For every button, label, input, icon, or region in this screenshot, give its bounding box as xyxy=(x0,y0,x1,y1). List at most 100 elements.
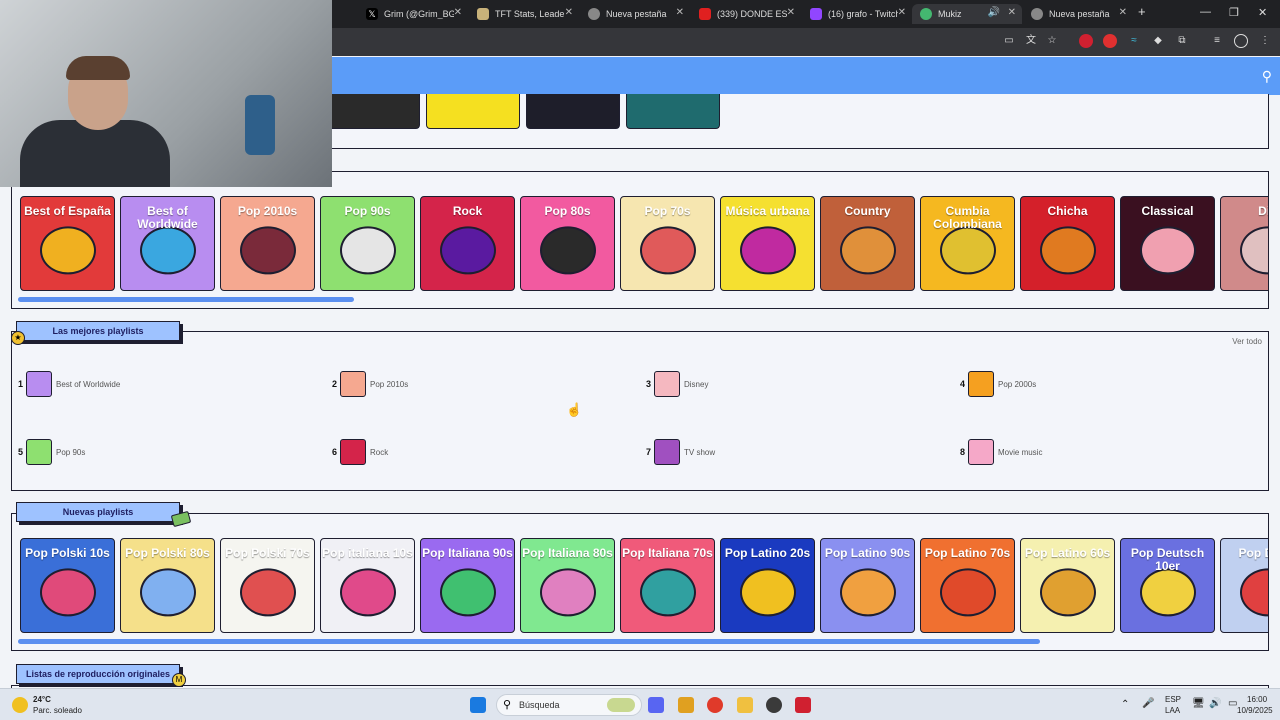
weather-desc[interactable]: Parc. soleado xyxy=(33,706,82,715)
new-playlist-card[interactable]: Pop italiana 10s xyxy=(320,538,415,633)
windows-start-icon[interactable] xyxy=(470,697,486,713)
tab-mukiz[interactable]: Mukiz 🔊 ✕ xyxy=(912,4,1022,24)
tab-youtube[interactable]: (339) DONDE EST ✕ xyxy=(691,4,801,24)
extension-adblock-icon[interactable] xyxy=(1103,34,1117,48)
language-code[interactable]: ESP xyxy=(1165,695,1181,704)
search-icon[interactable]: ⚲ xyxy=(1262,68,1272,85)
microphone-icon[interactable]: 🎤 xyxy=(1142,698,1154,709)
genre-card-title: Best of Worldwide xyxy=(137,204,198,231)
discord-icon[interactable] xyxy=(648,697,664,713)
close-tab-icon[interactable]: ✕ xyxy=(676,7,684,18)
rank-number: 8 xyxy=(960,447,966,457)
taskbar-search[interactable]: ⚲ Búsqueda xyxy=(496,694,642,716)
extension-diamond-icon[interactable]: ◆ xyxy=(1151,34,1165,48)
obs-icon[interactable] xyxy=(766,697,782,713)
chrome-taskbar-icon[interactable] xyxy=(707,697,723,713)
tab-grim[interactable]: 𝕏 Grim (@Grim_BG) ✕ xyxy=(358,4,468,24)
originals-title: Listas de reproducción originales xyxy=(16,664,180,684)
ranked-playlist-item[interactable]: 4 Pop 2000s xyxy=(960,371,1036,397)
best-playlists-title: Las mejores playlists xyxy=(16,321,180,341)
extensions-puzzle-icon[interactable]: ⧉ xyxy=(1175,34,1189,48)
weather-temp[interactable]: 24°C xyxy=(33,695,51,704)
genre-card[interactable]: Dis xyxy=(1220,196,1268,291)
language-layout[interactable]: LAA xyxy=(1165,706,1180,715)
genre-card[interactable]: Cumbia Colombiana xyxy=(920,196,1015,291)
previous-card[interactable] xyxy=(426,94,520,129)
tab-label: Nueva pestaña xyxy=(606,9,667,19)
close-tab-icon[interactable]: ✕ xyxy=(1008,7,1016,18)
ranked-playlist-item[interactable]: 1 Best of Worldwide xyxy=(18,371,120,397)
new-playlist-card[interactable]: Pop Italiana 70s xyxy=(620,538,715,633)
close-tab-icon[interactable]: ✕ xyxy=(1119,7,1127,18)
genre-card-title: Dis xyxy=(1258,204,1268,218)
search-icon: ⚲ xyxy=(503,699,512,711)
close-window-button[interactable]: ✕ xyxy=(1258,6,1267,19)
copilot-icon[interactable] xyxy=(678,697,694,713)
previous-card[interactable] xyxy=(526,94,620,129)
ranked-playlist-item[interactable]: 7 TV show xyxy=(646,439,715,465)
ranked-playlist-item[interactable]: 3 Disney xyxy=(646,371,708,397)
new-playlist-card[interactable]: Pop Polski 10s xyxy=(20,538,115,633)
volume-icon[interactable]: 🔊 xyxy=(1209,698,1221,709)
tray-chevron-icon[interactable]: ⌃ xyxy=(1121,699,1129,710)
new-playlists-scrollbar[interactable] xyxy=(18,639,1040,644)
menu-kebab-icon[interactable]: ⋮ xyxy=(1258,34,1272,48)
tab-new-2[interactable]: Nueva pestaña ✕ xyxy=(1023,4,1133,24)
network-icon[interactable]: 🖥 xyxy=(1192,698,1205,709)
ranked-playlist-item[interactable]: 6 Rock xyxy=(332,439,388,465)
file-explorer-icon[interactable] xyxy=(737,697,753,713)
see-all-link[interactable]: Ver todo xyxy=(1232,337,1262,346)
close-tab-icon[interactable]: ✕ xyxy=(898,7,906,18)
media-control-icon[interactable]: ≡ xyxy=(1210,34,1224,48)
close-tab-icon[interactable]: ✕ xyxy=(454,7,462,18)
close-tab-icon[interactable]: ✕ xyxy=(787,7,795,18)
new-playlist-card[interactable]: Pop Latino 60s xyxy=(1020,538,1115,633)
previous-card[interactable] xyxy=(326,94,420,129)
previous-card[interactable] xyxy=(626,94,720,129)
new-playlist-card[interactable]: Pop De 00 xyxy=(1220,538,1268,633)
genre-card[interactable]: Pop 70s xyxy=(620,196,715,291)
genre-card[interactable]: Best of España xyxy=(20,196,115,291)
new-tab-button[interactable]: + xyxy=(1138,4,1146,19)
tab-tft[interactable]: TFT Stats, Leaderb ✕ xyxy=(469,4,579,24)
clock-time[interactable]: 16:00 xyxy=(1247,695,1267,704)
new-playlist-card[interactable]: Pop Latino 90s xyxy=(820,538,915,633)
genre-card[interactable]: Country xyxy=(820,196,915,291)
new-playlist-card[interactable]: Pop Latino 20s xyxy=(720,538,815,633)
genre-card[interactable]: Chicha xyxy=(1020,196,1115,291)
playlist-name: Best of Worldwide xyxy=(56,379,121,389)
extension-red-icon[interactable] xyxy=(1079,34,1093,48)
translate-icon[interactable]: 文 xyxy=(1024,34,1038,48)
genre-card[interactable]: Best of Worldwide xyxy=(120,196,215,291)
cast-icon[interactable]: ▭ xyxy=(1002,34,1016,48)
new-playlist-card[interactable]: Pop Italiana 80s xyxy=(520,538,615,633)
ranked-playlist-item[interactable]: 5 Pop 90s xyxy=(18,439,85,465)
ranked-playlist-item[interactable]: 8 Movie music xyxy=(960,439,1042,465)
app-red-icon[interactable] xyxy=(795,697,811,713)
new-playlist-card[interactable]: Pop Italiana 90s xyxy=(420,538,515,633)
genre-card[interactable]: Pop 90s xyxy=(320,196,415,291)
genre-card[interactable]: Pop 80s xyxy=(520,196,615,291)
new-playlist-card[interactable]: Pop Deutsch 10er xyxy=(1120,538,1215,633)
profile-icon[interactable] xyxy=(1234,34,1248,48)
ranked-playlist-item[interactable]: 2 Pop 2010s xyxy=(332,371,408,397)
minimize-button[interactable]: — xyxy=(1200,6,1211,18)
speaker-icon[interactable]: 🔊 xyxy=(988,7,1000,18)
maximize-button[interactable]: ❐ xyxy=(1229,6,1239,19)
genre-card[interactable]: Pop 2010s xyxy=(220,196,315,291)
extension-blue-icon[interactable]: ≈ xyxy=(1127,34,1141,48)
close-tab-icon[interactable]: ✕ xyxy=(565,7,573,18)
genre-card[interactable]: Música urbana xyxy=(720,196,815,291)
bookmark-star-icon[interactable]: ☆ xyxy=(1045,34,1059,48)
genres-scrollbar[interactable] xyxy=(18,297,354,302)
new-playlist-card[interactable]: Pop Latino 70s xyxy=(920,538,1015,633)
clock-date[interactable]: 10/9/2025 xyxy=(1237,706,1273,715)
tab-new-1[interactable]: Nueva pestaña ✕ xyxy=(580,4,690,24)
tab-twitch[interactable]: (16) grafo - Twitch ✕ xyxy=(802,4,912,24)
new-playlist-card[interactable]: Pop Polski 70s xyxy=(220,538,315,633)
new-playlist-card[interactable]: Pop Polski 80s xyxy=(120,538,215,633)
new-playlist-card-title: Pop Polski 10s xyxy=(25,546,110,560)
weather-icon[interactable] xyxy=(12,697,28,713)
genre-card[interactable]: Classical xyxy=(1120,196,1215,291)
genre-card[interactable]: Rock xyxy=(420,196,515,291)
